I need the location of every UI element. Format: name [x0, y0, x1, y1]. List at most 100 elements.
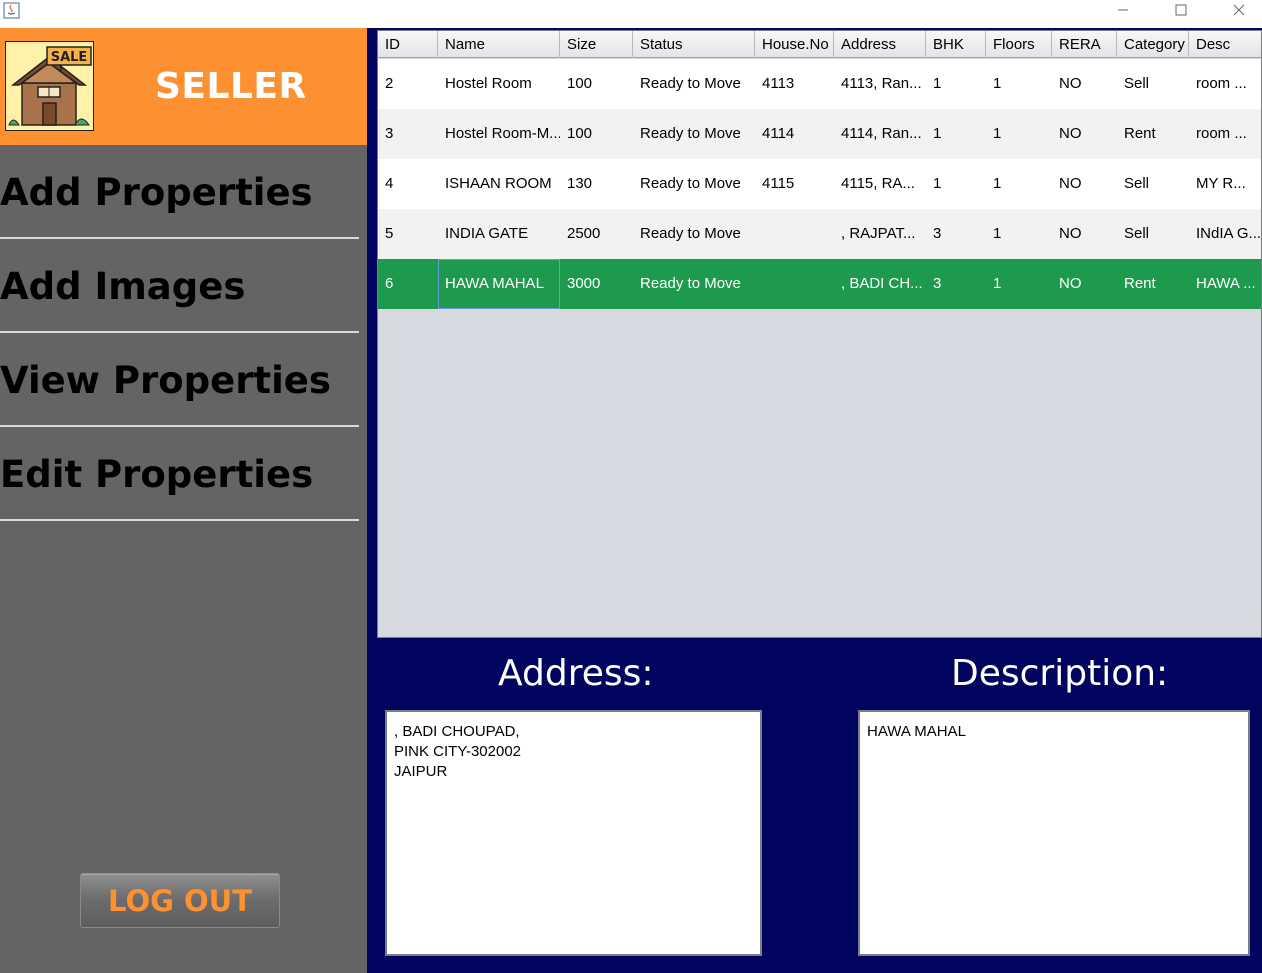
table-cell[interactable]: 1	[986, 259, 1052, 309]
properties-table[interactable]: ID Name Size Status House.No Address BHK Floors…	[377, 30, 1262, 638]
column-header[interactable]: Status	[633, 31, 755, 58]
table-header: ID Name Size Status House.No Address BHK Floors…	[378, 31, 1261, 58]
seller-title: SELLER	[155, 66, 307, 107]
table-cell[interactable]: Sell	[1117, 59, 1189, 109]
table-cell[interactable]: NO	[1052, 59, 1117, 109]
java-app-icon	[3, 2, 20, 19]
table-cell[interactable]: MY R...	[1189, 159, 1261, 209]
column-header[interactable]: Floors	[986, 31, 1052, 58]
maximize-icon	[1175, 4, 1187, 16]
table-cell[interactable]: 3	[926, 259, 986, 309]
table-cell[interactable]: Hostel Room	[438, 59, 560, 109]
table-cell[interactable]: 3000	[560, 259, 633, 309]
table-cell[interactable]: 3	[926, 209, 986, 259]
description-textarea[interactable]: HAWA MAHAL	[858, 710, 1250, 956]
table-cell[interactable]: INDIA GATE	[438, 209, 560, 259]
table-cell[interactable]: 4113	[755, 59, 834, 109]
column-header[interactable]: Name	[438, 31, 560, 58]
table-cell[interactable]: 1	[986, 159, 1052, 209]
table-row[interactable]: 4 ISHAAN ROOM 130 Ready to Move 4115 4115, RA…	[378, 159, 1261, 209]
table-cell[interactable]: 1	[986, 59, 1052, 109]
table-cell[interactable]: Ready to Move	[633, 209, 755, 259]
table-cell[interactable]: 4114, Ran...	[834, 109, 926, 159]
sidebar: SALE SELLER Add Properties Add Images Vi…	[0, 28, 367, 973]
column-header[interactable]: RERA	[1052, 31, 1117, 58]
table-row-selected[interactable]: 6 HAWA MAHAL 3000 Ready to Move , BADI CH...…	[378, 259, 1261, 309]
table-row[interactable]: 3 Hostel Room-M... 100 Ready to Move 4114 411…	[378, 109, 1261, 159]
table-cell[interactable]: NO	[1052, 159, 1117, 209]
window-titlebar	[0, 0, 1262, 28]
table-cell[interactable]: 1	[926, 159, 986, 209]
table-cell[interactable]: Sell	[1117, 159, 1189, 209]
table-cell[interactable]: 100	[560, 109, 633, 159]
table-cell[interactable]: 1	[926, 59, 986, 109]
table-cell[interactable]: Rent	[1117, 259, 1189, 309]
nav-add-images-label: Add Images	[0, 265, 246, 308]
table-cell[interactable]: INdIA G...	[1189, 209, 1261, 259]
brand-header: SALE SELLER	[0, 28, 367, 145]
table-cell[interactable]: Ready to Move	[633, 259, 755, 309]
table-cell[interactable]: 1	[986, 109, 1052, 159]
table-row[interactable]: 2 Hostel Room 100 Ready to Move 4113 4113, Ra…	[378, 59, 1261, 109]
nav-add-properties[interactable]: Add Properties	[0, 145, 359, 239]
table-cell[interactable]: 100	[560, 59, 633, 109]
column-header[interactable]: Desc	[1189, 31, 1261, 58]
logout-button[interactable]: LOG OUT	[80, 873, 280, 928]
minimize-icon	[1118, 9, 1128, 11]
column-header[interactable]: Address	[834, 31, 926, 58]
table-cell[interactable]: Rent	[1117, 109, 1189, 159]
table-cell[interactable]: 1	[926, 109, 986, 159]
minimize-button[interactable]	[1100, 0, 1146, 20]
nav-edit-properties[interactable]: Edit Properties	[0, 427, 359, 521]
column-header[interactable]: ID	[378, 31, 438, 58]
table-cell[interactable]: Sell	[1117, 209, 1189, 259]
main-panel: ID Name Size Status House.No Address BHK Floors…	[367, 28, 1262, 973]
table-cell[interactable]: NO	[1052, 209, 1117, 259]
table-cell[interactable]: 4113, Ran...	[834, 59, 926, 109]
table-row[interactable]: 5 INDIA GATE 2500 Ready to Move , RAJPAT... 3…	[378, 209, 1261, 259]
table-cell[interactable]: 130	[560, 159, 633, 209]
description-label: Description:	[951, 653, 1169, 694]
table-cell[interactable]: HAWA ...	[1189, 259, 1261, 309]
table-cell[interactable]: 4114	[755, 109, 834, 159]
house-for-sale-logo-icon: SALE	[5, 41, 94, 131]
table-cell[interactable]: 1	[986, 209, 1052, 259]
nav-view-properties[interactable]: View Properties	[0, 333, 359, 427]
table-cell[interactable]: , RAJPAT...	[834, 209, 926, 259]
nav-add-images[interactable]: Add Images	[0, 239, 359, 333]
table-cell[interactable]: NO	[1052, 109, 1117, 159]
table-cell[interactable]: 2500	[560, 209, 633, 259]
close-button[interactable]	[1216, 0, 1262, 20]
table-cell[interactable]	[755, 259, 834, 309]
sale-sign-text: SALE	[51, 50, 88, 65]
table-cell[interactable]: , BADI CH...	[834, 259, 926, 309]
table-cell[interactable]: room ...	[1189, 59, 1261, 109]
nav-view-properties-label: View Properties	[0, 359, 331, 402]
table-cell[interactable]: 3	[378, 109, 438, 159]
table-cell[interactable]: room ...	[1189, 109, 1261, 159]
table-cell[interactable]: 4115, RA...	[834, 159, 926, 209]
nav-edit-properties-label: Edit Properties	[0, 453, 314, 496]
table-cell[interactable]: 4115	[755, 159, 834, 209]
close-icon	[1233, 4, 1245, 16]
table-cell[interactable]: NO	[1052, 259, 1117, 309]
table-cell[interactable]: 5	[378, 209, 438, 259]
column-header[interactable]: BHK	[926, 31, 986, 58]
column-header[interactable]: Category	[1117, 31, 1189, 58]
table-cell[interactable]: Ready to Move	[633, 59, 755, 109]
table-cell[interactable]	[755, 209, 834, 259]
table-cell[interactable]: Ready to Move	[633, 109, 755, 159]
address-textarea[interactable]: , BADI CHOUPAD, PINK CITY-302002 JAIPUR	[385, 710, 762, 956]
nav-add-properties-label: Add Properties	[0, 171, 313, 214]
column-header[interactable]: Size	[560, 31, 633, 58]
address-label: Address:	[498, 653, 654, 694]
table-cell[interactable]: 4	[378, 159, 438, 209]
table-cell[interactable]: 2	[378, 59, 438, 109]
table-cell[interactable]: 6	[378, 259, 438, 309]
table-cell[interactable]: ISHAAN ROOM	[438, 159, 560, 209]
table-cell[interactable]: Hostel Room-M...	[438, 109, 560, 159]
table-cell[interactable]: HAWA MAHAL	[438, 259, 560, 309]
table-cell[interactable]: Ready to Move	[633, 159, 755, 209]
maximize-button[interactable]	[1158, 0, 1204, 20]
column-header[interactable]: House.No	[755, 31, 834, 58]
